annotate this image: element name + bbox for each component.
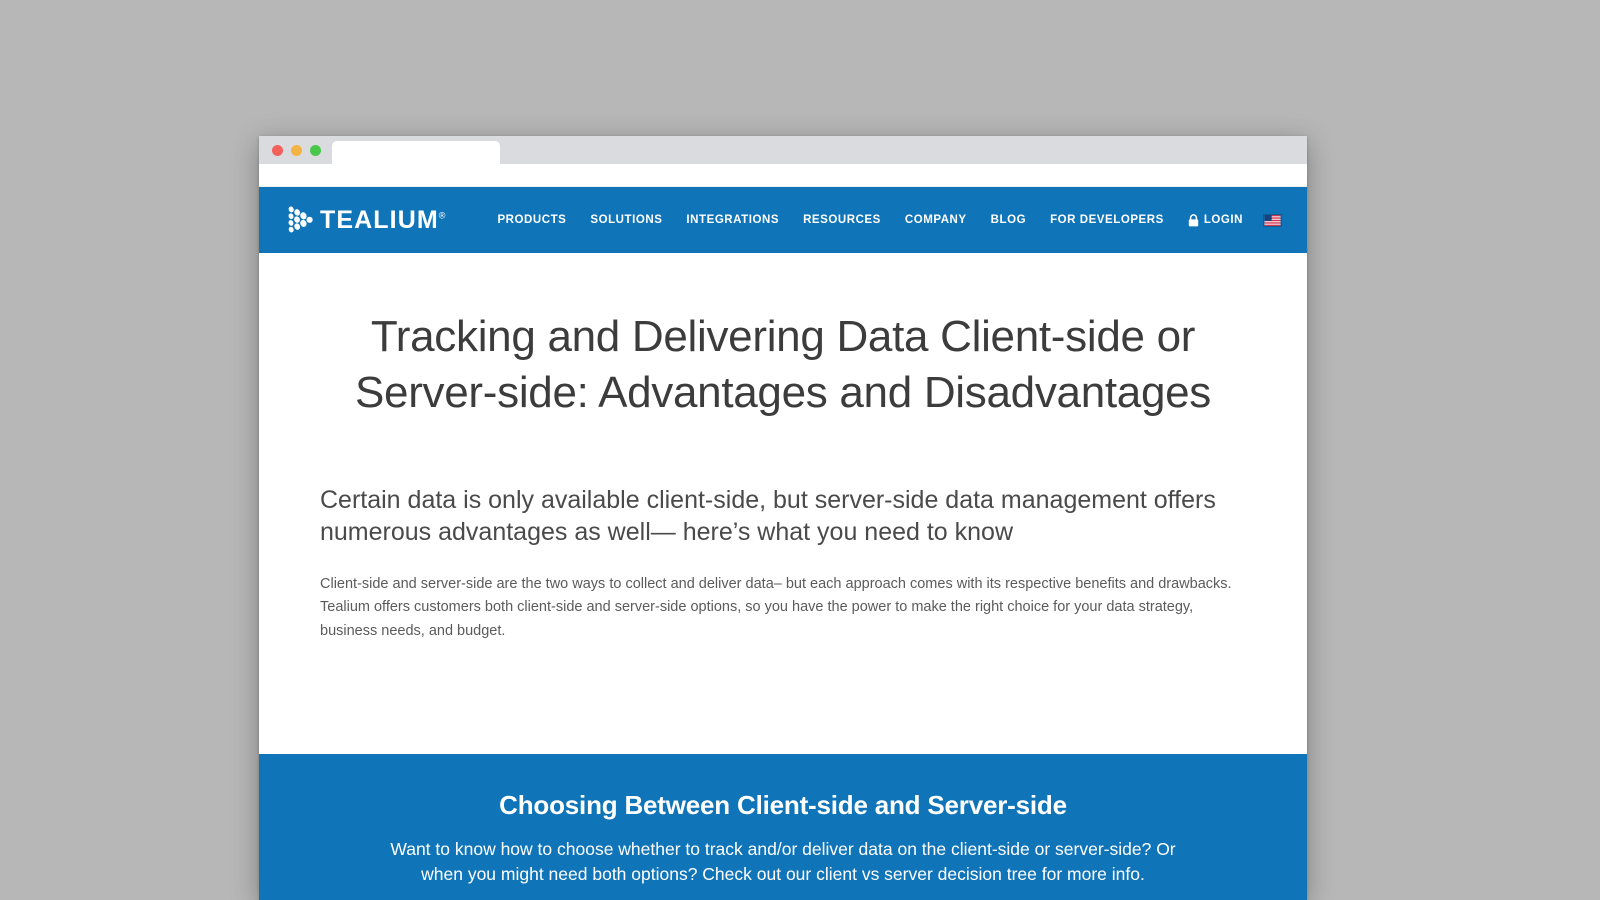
maximize-window-button[interactable] [310,145,321,156]
nav-utility-group: LOGIN [1176,208,1307,233]
minimize-window-button[interactable] [291,145,302,156]
main-navigation: PRODUCTS SOLUTIONS INTEGRATIONS RESOURCE… [485,208,1307,233]
browser-toolbar [259,164,1307,187]
browser-tab-active[interactable] [332,141,500,164]
cta-section: Choosing Between Client-side and Server-… [259,754,1307,900]
nav-item-company[interactable]: COMPANY [893,208,979,232]
site-header: TEALIUM® PRODUCTS SOLUTIONS INTEGRATIONS… [259,187,1307,253]
intro-lead-text: Certain data is only available client-si… [320,485,1216,547]
intro-body-text: Client-side and server-side are the two … [320,575,1232,639]
cta-title: Choosing Between Client-side and Server-… [499,790,1067,820]
intro-section: Certain data is only available client-si… [292,422,1274,643]
close-window-button[interactable] [272,145,283,156]
nav-item-for-developers[interactable]: FOR DEVELOPERS [1038,208,1176,232]
hero-section: Tracking and Delivering Data Client-side… [259,253,1307,422]
search-button[interactable] [1306,208,1307,232]
page-title: Tracking and Delivering Data Client-side… [354,312,1211,418]
nav-item-blog[interactable]: BLOG [979,208,1038,232]
login-label: LOGIN [1203,214,1244,226]
cta-description: Want to know how to choose whether to tr… [390,839,1176,884]
brand-trademark: ® [438,210,446,221]
lock-icon [1188,213,1199,226]
tealium-logo[interactable]: TEALIUM® [287,205,445,235]
login-link[interactable]: LOGIN [1176,208,1253,233]
browser-tab-strip-empty [500,136,1307,164]
nav-item-solutions[interactable]: SOLUTIONS [578,208,674,232]
us-flag-icon[interactable] [1263,213,1283,227]
brand-name-text: TEALIUM [320,205,439,234]
window-controls [259,145,332,164]
page-viewport: TEALIUM® PRODUCTS SOLUTIONS INTEGRATIONS… [259,187,1307,900]
nav-item-resources[interactable]: RESOURCES [791,208,893,232]
tealium-wordmark: TEALIUM® [320,205,446,234]
browser-tab-strip [259,136,1307,164]
nav-item-integrations[interactable]: INTEGRATIONS [674,208,791,232]
browser-window: TEALIUM® PRODUCTS SOLUTIONS INTEGRATIONS… [259,136,1307,900]
tealium-dot-mark-icon [288,206,313,233]
nav-item-products[interactable]: PRODUCTS [485,208,578,232]
